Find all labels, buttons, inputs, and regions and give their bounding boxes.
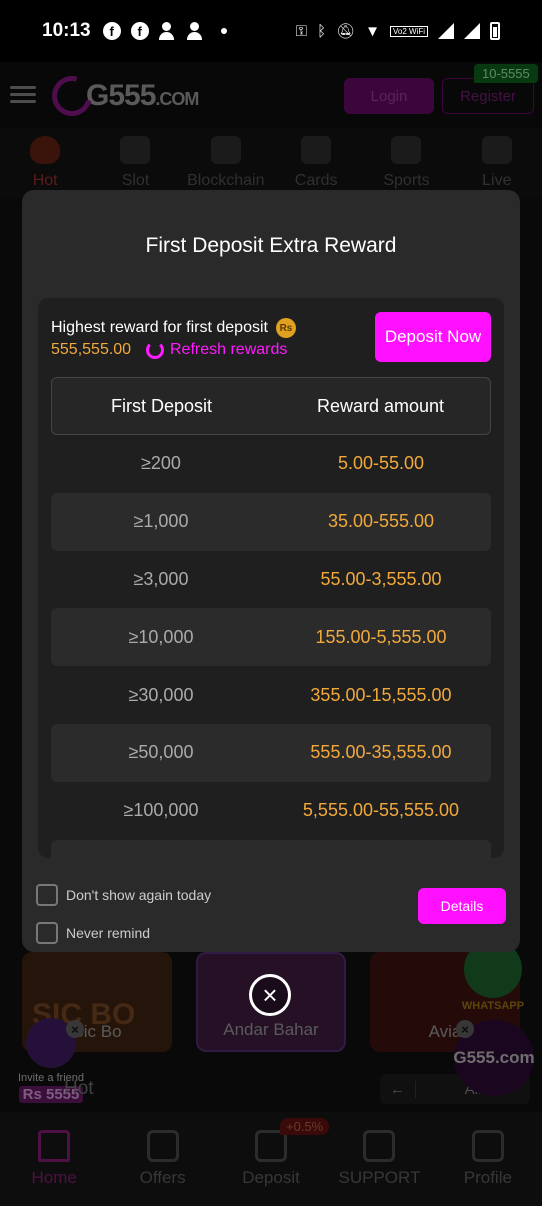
never-remind-option[interactable]: Never remind [36, 914, 211, 952]
refresh-label: Refresh rewards [170, 341, 288, 358]
deposit-cell: ≥50,000 [128, 742, 194, 763]
wifi-calling-icon: Vo2 WiFi [389, 25, 428, 37]
reward-panel: Highest reward for first deposit Rs 555,… [38, 298, 504, 858]
table-row: ≥3,000 55.00-3,555.00 [51, 551, 491, 609]
deposit-cell: ≥1,000 [133, 511, 189, 532]
wifi-icon: ▼ [365, 22, 380, 40]
table-header: First Deposit Reward amount [51, 377, 491, 435]
reward-cell: 5,555.00-55,555.00 [302, 800, 460, 821]
system-icons: ⚿ ᛒ 🔕︎ ▼ Vo2 WiFi [296, 22, 500, 40]
modal-title: First Deposit Extra Reward [145, 234, 397, 257]
mute-icon: 🔕︎ [336, 23, 356, 40]
deposit-cell: ≥200 [141, 453, 181, 474]
table-row: ≥100,000 5,555.00-55,555.00 [51, 782, 491, 840]
bluetooth-icon: ᛒ [317, 22, 327, 40]
facebook-icon: f [130, 22, 149, 40]
reward-cell: 555.00-35,555.00 [310, 742, 452, 763]
deposit-now-button[interactable]: Deposit Now [375, 312, 491, 362]
reward-cell: 5.00-55.00 [337, 453, 425, 474]
deposit-cell: ≥10,000 [128, 626, 194, 647]
person-add-icon [158, 22, 177, 40]
key-icon: ⚿ [295, 22, 308, 40]
first-deposit-modal: First Deposit Extra Reward Highest rewar… [22, 190, 520, 952]
column-header: Reward amount [316, 395, 445, 416]
signal-icon [438, 23, 454, 39]
battery-icon [490, 22, 500, 40]
reminder-options: Don't show again today Never remind [36, 876, 211, 952]
facebook-icon: f [102, 22, 121, 40]
rupee-coin-icon: Rs [275, 318, 296, 338]
never-remind-checkbox[interactable] [36, 922, 58, 944]
reward-cell: 35.00-555.00 [327, 511, 435, 532]
table-row: ≥50,000 555.00-35,555.00 [51, 723, 491, 782]
deposit-cell: ≥3,000 [133, 568, 189, 589]
reward-table: ≥200 5.00-55.00 ≥1,000 35.00-555.00 ≥3,000… [51, 435, 491, 858]
table-row: ≥200 5.00-55.00 [51, 435, 491, 493]
dont-show-today-checkbox[interactable] [36, 884, 58, 906]
table-row [51, 839, 491, 858]
deposit-cell: ≥30,000 [128, 684, 194, 705]
never-remind-label: Never remind [66, 925, 151, 941]
table-row: ≥30,000 355.00-15,555.00 [51, 666, 491, 724]
reward-cell: 55.00-3,555.00 [320, 568, 442, 589]
column-header: First Deposit [110, 395, 213, 416]
reward-cell: 355.00-15,555.00 [310, 684, 452, 705]
app-root: 10:13 f f ⚿ ᛒ 🔕︎ ▼ Vo2 WiFi G555.COM Log… [0, 0, 542, 1206]
table-row: ≥1,000 35.00-555.00 [51, 492, 491, 551]
deposit-cell: ≥100,000 [123, 800, 199, 821]
notification-icons: f f [102, 22, 227, 40]
person-add-icon [186, 22, 205, 40]
details-button[interactable]: Details [418, 888, 506, 924]
signal-icon [464, 23, 480, 39]
more-dot-icon [220, 28, 227, 34]
status-bar: 10:13 f f ⚿ ᛒ 🔕︎ ▼ Vo2 WiFi [0, 0, 542, 62]
status-time: 10:13 [42, 20, 91, 41]
dont-show-today-option[interactable]: Don't show again today [36, 876, 211, 914]
table-row: ≥10,000 155.00-5,555.00 [51, 608, 491, 667]
highest-reward-amount: 555,555.00 [51, 341, 132, 358]
refresh-rewards-link[interactable]: Refresh rewards [146, 341, 287, 359]
dont-show-today-label: Don't show again today [66, 887, 212, 903]
reward-cell: 155.00-5,555.00 [315, 626, 447, 647]
highest-reward-label: Highest reward for first deposit Rs [51, 318, 296, 338]
refresh-icon [146, 341, 164, 359]
close-modal-icon[interactable]: × [249, 974, 291, 1016]
